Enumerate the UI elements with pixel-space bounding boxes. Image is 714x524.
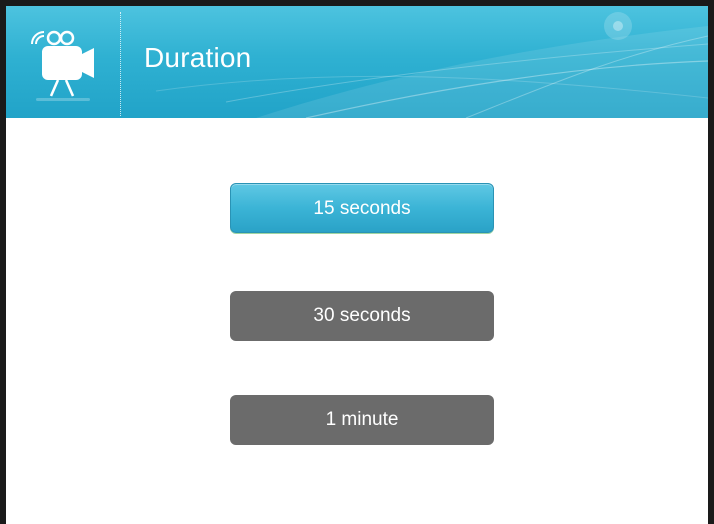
header-divider [120, 12, 121, 116]
option-30-seconds-button[interactable]: 30 seconds [230, 291, 494, 341]
duration-options: 15 seconds 30 seconds 1 minute [6, 118, 708, 524]
video-camera-icon [31, 30, 94, 101]
option-15-seconds-button[interactable]: 15 seconds [230, 183, 494, 233]
header-bar: Duration [6, 6, 708, 118]
camera-icon-cell [6, 6, 120, 118]
option-1-minute-button[interactable]: 1 minute [230, 395, 494, 445]
page-title: Duration [144, 42, 252, 73]
screen-frame: Duration 15 seconds 30 seconds 1 minute [0, 0, 714, 524]
